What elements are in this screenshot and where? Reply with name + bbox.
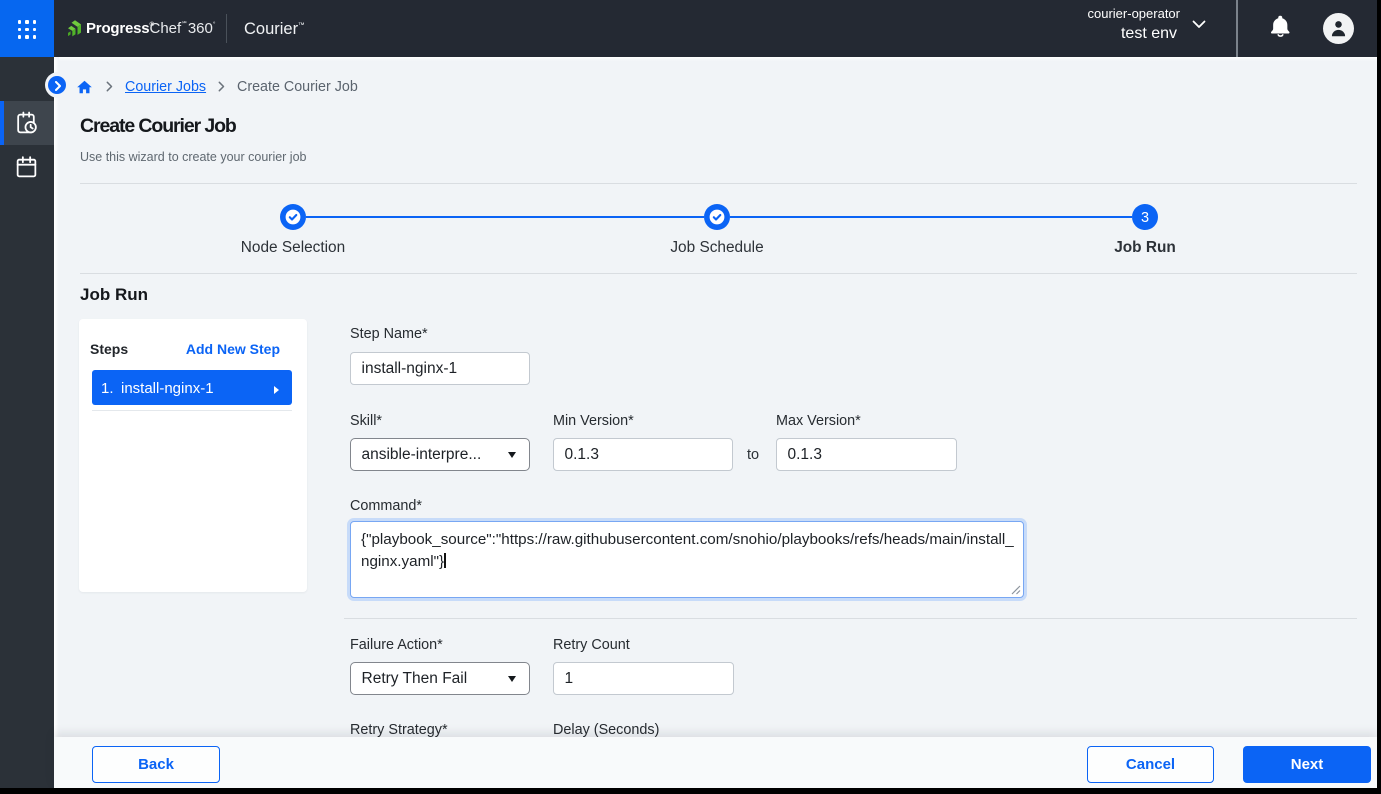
svg-text:3: 3 — [1141, 210, 1149, 226]
